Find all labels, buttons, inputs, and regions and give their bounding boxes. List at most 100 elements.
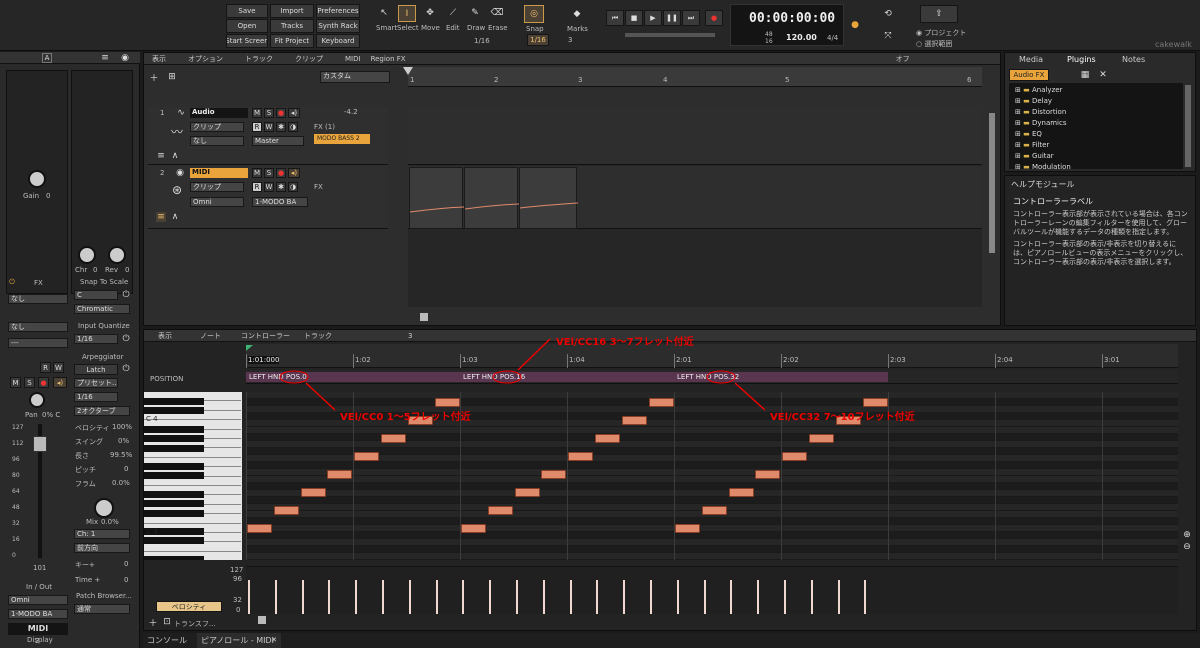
expand-icon[interactable]: ⊞ [1015, 86, 1021, 94]
scale-key-select[interactable]: C [74, 290, 118, 300]
track2-solo[interactable]: S [264, 168, 274, 178]
patch-browser-link[interactable]: Patch Browser... [76, 592, 132, 600]
piano-snap-num[interactable]: 3 [408, 332, 412, 340]
track1-mute[interactable]: M [252, 108, 262, 118]
arp-octave-select[interactable]: 2オクターブ [74, 406, 130, 416]
black-key[interactable] [144, 426, 204, 433]
expand-icon[interactable]: ⊞ [1015, 141, 1021, 149]
midi-clip-2[interactable] [464, 167, 519, 229]
plugin-category[interactable]: ⊞ ▬ Guitar [1015, 152, 1054, 160]
black-key[interactable] [144, 463, 204, 470]
plugin-category[interactable]: ⊞ ▬ Modulation [1015, 163, 1071, 169]
velocity-bar[interactable] [810, 580, 813, 614]
track-menu-track[interactable]: トラック [245, 54, 273, 64]
velocity-bar[interactable] [248, 580, 250, 614]
track-vertical-scroll[interactable] [989, 113, 995, 253]
preferences-button[interactable]: Preferences [316, 4, 360, 18]
position-lane[interactable]: LEFT HND POS.0 LEFT HND POS.16 LEFT HND … [246, 370, 1178, 384]
midi-note[interactable] [648, 398, 674, 407]
add-lane-icon[interactable]: ＋ [148, 617, 158, 629]
track1-clip-select[interactable]: クリップ [190, 122, 244, 132]
plugin-category[interactable]: ⊞ ▬ Delay [1015, 97, 1052, 105]
track2-mute[interactable]: M [252, 168, 262, 178]
region-0[interactable]: LEFT HND POS.0 [249, 373, 307, 381]
transform-label[interactable]: トランスフ... [174, 619, 216, 629]
position-slider[interactable] [625, 33, 715, 37]
close-tab-icon[interactable]: ✕ [269, 635, 279, 645]
arp-preset-select[interactable]: プリセット... [74, 378, 118, 388]
strip-track-name[interactable]: MIDI [8, 623, 68, 635]
radio-selection[interactable]: ○ 選択範囲 [916, 39, 952, 49]
add-track-icon[interactable]: ＋ [148, 71, 160, 84]
track1-star[interactable]: ✱ [276, 122, 286, 132]
midi-note[interactable] [701, 506, 727, 515]
snap-icon[interactable]: ◎ [524, 5, 544, 23]
zoom-out-icon[interactable]: ⊖ [1182, 542, 1192, 552]
zoom-in-icon[interactable]: ⊕ [1182, 530, 1192, 540]
track1-plugin[interactable]: MODO BASS 2 [314, 134, 370, 144]
track-layout-select[interactable]: カスタム [320, 71, 390, 83]
track1-fx[interactable]: FX (1) [314, 123, 335, 131]
black-key[interactable] [144, 491, 204, 498]
velocity-bar[interactable] [730, 580, 733, 614]
velocity-bar[interactable] [462, 580, 465, 614]
arp-pitch-value[interactable]: 0 [124, 465, 128, 473]
radio-project[interactable]: ◉ プロジェクト [916, 28, 966, 38]
synth-rack-button[interactable]: Synth Rack [316, 19, 360, 33]
midi-note[interactable] [621, 416, 647, 425]
track1-write[interactable]: W [264, 122, 274, 132]
draw-tool-icon[interactable]: ✎ [467, 6, 483, 20]
black-key[interactable] [144, 556, 204, 560]
meter-value[interactable]: 4/4 [827, 34, 838, 42]
arp-swing-value[interactable]: 0% [118, 437, 129, 445]
fx-power-icon[interactable]: ⏻ [8, 278, 16, 286]
browser-x-icon[interactable]: ✕ [1097, 69, 1109, 81]
midi-note[interactable] [541, 470, 567, 479]
plugin-category[interactable]: ⊞ ▬ Analyzer [1015, 86, 1062, 94]
tab-media[interactable]: Media [1019, 55, 1043, 64]
track2-output-select[interactable]: 1-MODO BA [252, 197, 308, 207]
midi-note[interactable] [354, 452, 380, 461]
solo-button[interactable]: S [24, 377, 35, 388]
key-plus-value[interactable]: 0 [124, 560, 128, 568]
piano-horizontal-scroll[interactable] [258, 616, 266, 624]
expand-icon[interactable]: ⊞ [1015, 119, 1021, 127]
tracks-button[interactable]: Tracks [270, 19, 314, 33]
edit-tool-icon[interactable]: ⟋ [445, 6, 461, 20]
midi-note[interactable] [487, 506, 513, 515]
expand-icon[interactable]: ⊞ [1015, 108, 1021, 116]
track-grid-icon[interactable]: ⊞ [166, 71, 178, 83]
inspector-circle-icon[interactable]: ◉ [120, 53, 130, 63]
track1-output-select[interactable]: Master [252, 136, 304, 146]
browser-grid-icon[interactable]: ▦ [1079, 69, 1091, 81]
track-off-label[interactable]: オフ [896, 54, 910, 64]
track1-input-select[interactable]: なし [190, 136, 244, 146]
track2-auto-icon[interactable]: ∧ [170, 212, 180, 222]
velocity-bar[interactable] [382, 580, 384, 614]
track2-write[interactable]: W [264, 182, 274, 192]
save-button[interactable]: Save [226, 4, 268, 18]
midi-note[interactable] [300, 488, 326, 497]
plugin-category[interactable]: ⊞ ▬ Distortion [1015, 108, 1066, 116]
track2-echo[interactable]: ◂) [288, 168, 300, 178]
velocity-bar[interactable] [676, 580, 679, 614]
play-button[interactable]: ▶ [644, 10, 662, 26]
velocity-bar[interactable] [623, 580, 626, 614]
track2-arm[interactable]: ● [276, 168, 286, 178]
record-button[interactable]: ● [705, 10, 723, 26]
midi-note[interactable] [461, 524, 486, 533]
erase-tool-icon[interactable]: ⌫ [489, 6, 505, 20]
plugin-category[interactable]: ⊞ ▬ EQ [1015, 130, 1042, 138]
track2-phase[interactable]: ◑ [288, 182, 298, 192]
arp-flam-value[interactable]: 0.0% [112, 479, 130, 487]
export-icon[interactable]: ⇪ [920, 5, 958, 23]
display-tab[interactable]: Display [27, 636, 53, 644]
track2-clip-select[interactable]: クリップ [190, 182, 244, 192]
iq-power-icon[interactable]: ⏻ [121, 334, 131, 344]
track2-read[interactable]: R [252, 182, 262, 192]
velocity-bar[interactable] [596, 580, 599, 614]
move-tool-icon[interactable]: ✥ [422, 6, 438, 20]
track1-echo[interactable]: ◂) [288, 108, 300, 118]
track-menu-region-fx[interactable]: Region FX [371, 55, 406, 63]
open-button[interactable]: Open [226, 19, 268, 33]
